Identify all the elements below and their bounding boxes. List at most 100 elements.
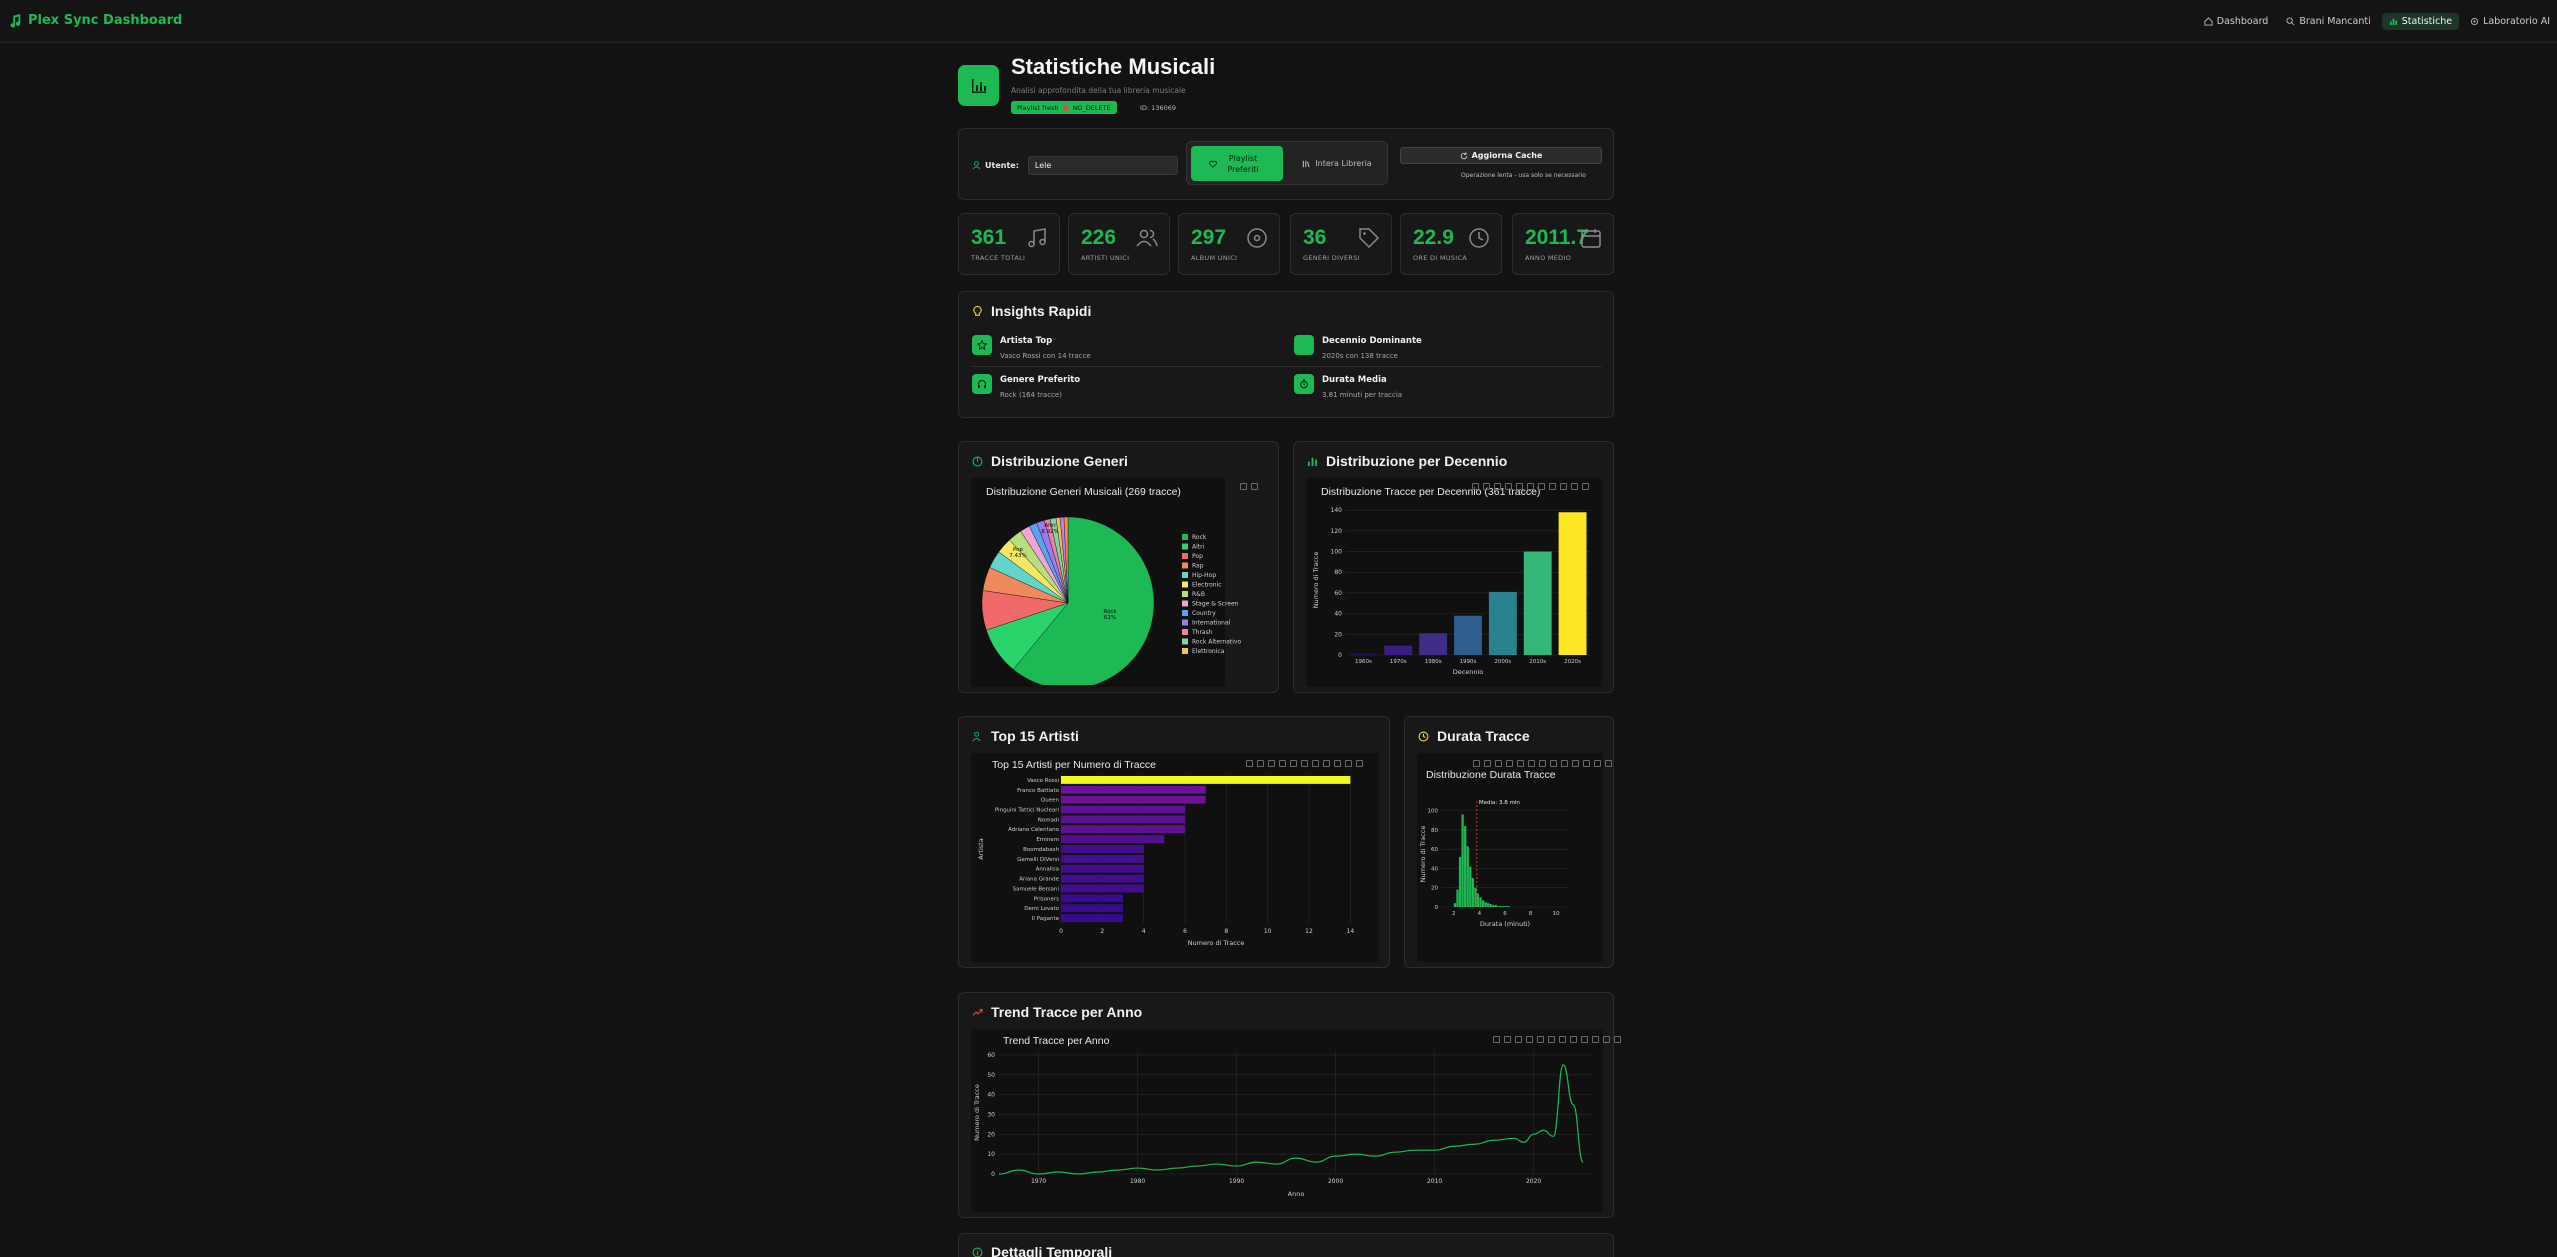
artists-title: Top 15 Artisti (991, 728, 1079, 744)
app-brand[interactable]: Plex Sync Dashboard (8, 13, 182, 28)
x-tick-label: 1970 (1031, 1178, 1046, 1185)
y-axis-title: Numero di Tracce (973, 1084, 981, 1141)
trend-title: Trend Tracce per Anno (991, 1004, 1143, 1020)
mean-annotation: Media: 3.8 min (1479, 800, 1521, 806)
bar-chart-icon (2389, 18, 2397, 26)
y-tick-label: 20 (1431, 886, 1438, 892)
x-tick-label: 2000 (1328, 1178, 1343, 1185)
chart-modebar[interactable] (1472, 483, 1589, 490)
chart-modebar[interactable] (1246, 760, 1363, 767)
genres-title: Distribuzione Generi (991, 453, 1128, 469)
y-tick-label: 140 (1331, 507, 1343, 514)
status-badge: Playlist fresh NO_DELETE (1011, 101, 1117, 114)
info-icon (972, 1247, 983, 1257)
x-axis-title: Decennio (1453, 668, 1484, 676)
legend-label: Rock Alternativo (1192, 639, 1241, 646)
artist-bar (1061, 904, 1123, 913)
bar-chart-icon (971, 78, 986, 93)
tag-icon (1359, 228, 1380, 249)
calendar-icon (1299, 341, 1309, 350)
histogram-bar (1487, 903, 1490, 907)
x-axis-title: Durata (minuti) (1480, 920, 1530, 928)
durations-chart-title: Distribuzione Durata Tracce (1426, 769, 1556, 781)
nav-laboratorio-ai[interactable]: Laboratorio AI (2463, 13, 2557, 30)
stat-ore-di-musica: 22.9 ORE DI MUSICA (1400, 213, 1502, 275)
histogram-bar (1497, 906, 1500, 907)
heart-icon (1209, 160, 1217, 168)
refresh-cache-button[interactable]: Aggiorna Cache (1400, 147, 1602, 164)
y-tick-label: 40 (1334, 611, 1342, 618)
x-tick-label: 8 (1224, 928, 1228, 935)
histogram-bar (1471, 878, 1474, 907)
artist-label: Samuele Bersani (1013, 886, 1060, 892)
artist-bar (1061, 894, 1123, 903)
y-tick-label: 30 (987, 1111, 995, 1118)
legend-label: Stage & Screen (1192, 601, 1239, 608)
home-icon (2204, 17, 2213, 26)
y-tick-label: 40 (1431, 866, 1438, 872)
insight-artista-top: Artista Top Vasco Rossi con 14 tracce (972, 335, 1091, 360)
x-tick-label: 1980s (1425, 659, 1442, 665)
stat-anno-medio: 2011.7 ANNO MEDIO (1512, 213, 1614, 275)
music-note-icon (10, 13, 21, 28)
user-star-icon (972, 731, 981, 741)
bar-chart-icon (1307, 457, 1318, 466)
histogram-bar (1464, 826, 1467, 907)
warning-dot-icon (1062, 104, 1069, 111)
x-tick-label: 14 (1347, 928, 1355, 935)
artist-label: Pinguini Tattici Nucleari (995, 808, 1060, 814)
stat-tracce-totali: 361 TRACCE TOTALI (958, 213, 1060, 275)
search-icon (2286, 17, 2295, 26)
artist-label: Franco Battiato (1017, 788, 1060, 794)
histogram-bar (1456, 889, 1459, 907)
insights-title: Insights Rapidi (972, 303, 1091, 319)
nav-brani-mancanti[interactable]: Brani Mancanti (2279, 13, 2377, 30)
x-axis-title: Numero di Tracce (1188, 939, 1245, 947)
durations-title: Durata Tracce (1437, 728, 1530, 744)
legend-label: Thrash (1191, 629, 1213, 636)
legend-label: Electronic (1192, 582, 1222, 589)
legend-swatch (1182, 591, 1188, 597)
trending-up-icon (972, 1008, 983, 1016)
legend-swatch (1182, 629, 1188, 635)
toggle-playlist-preferiti[interactable]: Playlist Preferiti (1191, 146, 1283, 181)
artist-bar (1061, 815, 1185, 824)
legend-swatch (1182, 543, 1188, 550)
artist-bar (1061, 785, 1206, 794)
legend-swatch (1182, 553, 1188, 559)
app-title: Plex Sync Dashboard (28, 13, 183, 28)
histogram-bar (1466, 846, 1469, 907)
artists-bar-chart: 0 2 4 6 8 10 12 14 Vasco Rossi Franco Battiato Que… (977, 775, 1355, 947)
histogram-bar (1492, 905, 1495, 907)
histogram-bar (1476, 893, 1480, 907)
toggle-intera-libreria[interactable]: Intera Libreria (1289, 146, 1385, 181)
y-tick-label: 100 (1428, 809, 1439, 815)
artists-card: Top 15 Artisti Top 15 Artisti per Numero… (958, 716, 1390, 968)
y-axis-title: Numero di Tracce (1312, 552, 1320, 609)
nav-dashboard[interactable]: Dashboard (2197, 13, 2276, 30)
controls-card: Utente: Lele Playlist Preferiti Intera L… (958, 128, 1614, 200)
decades-title: Distribuzione per Decennio (1326, 453, 1508, 469)
stat-album-unici: 297 ALBUM UNICI (1178, 213, 1280, 275)
x-tick-label: 2010s (1529, 659, 1546, 665)
y-tick-label: 0 (991, 1171, 995, 1178)
library-icon (1303, 160, 1310, 167)
user-input[interactable]: Lele (1027, 156, 1178, 175)
pie-slice-pct: 61% (1104, 615, 1116, 621)
headphones-icon (978, 380, 986, 388)
histogram-bar (1489, 904, 1492, 907)
nav-statistiche[interactable]: Statistiche (2381, 13, 2460, 30)
insight-durata-media: Durata Media 3.81 minuti per traccia (1294, 374, 1402, 399)
insight-decennio-dominante: Decennio Dominante 2020s con 138 tracce (1294, 335, 1422, 360)
pie-slice-pct: 7.43% (1009, 553, 1026, 559)
artist-bar (1061, 775, 1351, 784)
y-tick-label: 60 (1431, 847, 1438, 853)
nav-links: Dashboard Brani Mancanti Statistiche Lab… (2197, 13, 2557, 30)
histogram-bar (1481, 900, 1485, 907)
legend-swatch (1182, 610, 1188, 616)
chart-modebar[interactable] (1473, 760, 1612, 767)
artist-bar (1061, 825, 1185, 834)
histogram-bar (1505, 906, 1508, 907)
trend-line-chart: 0 10 20 30 40 50 60 1970 1980 1990 2000 2010 2020 Ann… (973, 1051, 1593, 1198)
y-tick-label: 120 (1331, 528, 1343, 535)
